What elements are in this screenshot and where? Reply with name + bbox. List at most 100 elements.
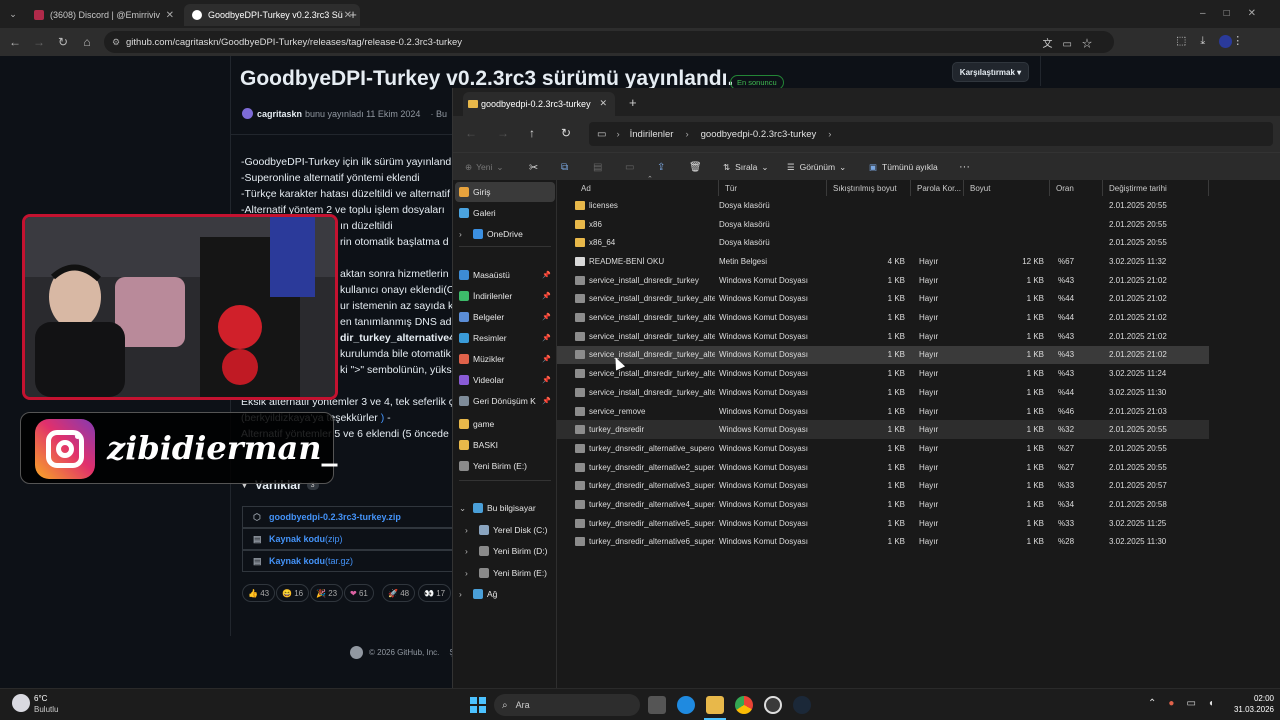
file-row[interactable]: turkey_dnsredir_alternative2_super... Win… — [557, 458, 1209, 477]
nav-item[interactable]: Müzikler 📌 — [453, 349, 557, 369]
pin-icon[interactable]: 📌 — [542, 292, 551, 300]
column-compressed-size[interactable]: Sıkıştırılmış boyut — [827, 180, 911, 196]
nav-item[interactable]: Giriş — [453, 182, 557, 202]
maximize-icon[interactable]: □ — [1224, 8, 1248, 19]
compare-button[interactable]: Karşılaştırmak ▾ — [952, 62, 1029, 82]
reaction-laugh[interactable]: 😄 16 — [276, 584, 310, 602]
nav-item[interactable]: BASKI — [453, 435, 557, 455]
nav-item[interactable]: Yeni Birim (E:) — [453, 456, 557, 476]
nav-item[interactable]: › Yerel Disk (C:) — [453, 520, 557, 540]
steam-icon[interactable] — [793, 696, 811, 714]
file-row[interactable]: x86_64 Dosya klasörü 2.01.2025 20:55 — [557, 233, 1209, 252]
home-icon[interactable]: ⌂ — [78, 33, 96, 51]
nav-item[interactable]: Videolar 📌 — [453, 370, 557, 390]
bookmark-star-icon[interactable]: ☆ — [1082, 39, 1102, 50]
asset-zip[interactable]: ⬡ goodbyedpi-0.2.3rc3-turkey.zip — [242, 506, 456, 528]
file-row[interactable]: README-BENİ OKU Metin Belgesi 4 KB Hayır 12 … — [557, 252, 1209, 271]
delete-icon[interactable]: 🗑 — [689, 159, 702, 175]
rename-icon[interactable]: ▭ — [625, 159, 634, 175]
extensions-icon[interactable]: ⬚ — [1176, 35, 1200, 47]
asset-source-targz[interactable]: ▤ Kaynak kodu (tar.gz) — [242, 550, 456, 572]
column-password[interactable]: Parola Kor... — [911, 180, 964, 196]
menu-icon[interactable]: ⋮ — [1232, 35, 1257, 47]
minimize-icon[interactable]: – — [1200, 8, 1224, 19]
clock-time[interactable]: 02:00 — [1226, 694, 1274, 703]
task-view-icon[interactable] — [648, 696, 666, 714]
explorer-tab[interactable]: goodbyedpi-0.2.3rc3-turkey ✕ — [463, 92, 615, 116]
reload-icon[interactable]: ↻ — [54, 33, 72, 51]
download-icon[interactable]: ⤓ — [1200, 35, 1219, 47]
chevron-icon[interactable]: › — [459, 229, 462, 239]
close-window-icon[interactable]: ✕ — [1248, 8, 1274, 19]
asset-source-zip[interactable]: ▤ Kaynak kodu (zip) — [242, 528, 456, 550]
chrome-icon[interactable] — [735, 696, 753, 714]
obs-icon[interactable] — [764, 696, 782, 714]
file-row[interactable]: service_install_dnsredir_turkey_alte... W… — [557, 327, 1209, 346]
nav-item[interactable]: Geri Dönüşüm K 📌 — [453, 391, 557, 411]
reaction-thumbsup[interactable]: 👍 43 — [242, 584, 276, 602]
pin-icon[interactable]: 📌 — [542, 355, 551, 363]
nav-item[interactable]: Masaüstü 📌 — [453, 265, 557, 285]
author-avatar[interactable] — [242, 108, 253, 119]
breadcrumb[interactable]: ▭ › İndirilenler › goodbyedpi-0.2.3rc3-t… — [589, 122, 1273, 146]
new-tab-button[interactable]: + — [629, 95, 637, 110]
cut-icon[interactable]: ✂ — [529, 159, 538, 175]
chevron-up-icon[interactable]: ⌃ — [1148, 698, 1168, 709]
breadcrumb-item[interactable]: İndirilenler — [630, 129, 674, 140]
column-type[interactable]: Tür — [719, 180, 827, 196]
pin-icon[interactable]: 📌 — [542, 271, 551, 279]
view-button[interactable]: ☰ Görünüm ⌄ — [787, 159, 846, 175]
new-tab-button[interactable]: + — [346, 6, 360, 22]
tab-github[interactable]: GoodbyeDPI-Turkey v0.2.3rc3 Sü ✕ — [184, 4, 360, 26]
file-row[interactable]: turkey_dnsredir_alternative3_super... Win… — [557, 477, 1209, 496]
pin-icon[interactable]: 📌 — [542, 397, 551, 405]
file-row[interactable]: turkey_dnsredir_alternative4_super... Win… — [557, 495, 1209, 514]
nav-item[interactable]: › Yeni Birim (D:) — [453, 541, 557, 561]
pin-icon[interactable]: 📌 — [542, 334, 551, 342]
column-modified-date[interactable]: Değiştirme tarihi — [1103, 180, 1209, 196]
file-row[interactable]: service_install_dnsredir_turkey Windows K… — [557, 271, 1209, 290]
back-icon[interactable]: ← — [465, 126, 477, 140]
network-icon[interactable]: ▭ — [1186, 698, 1207, 709]
file-row[interactable]: turkey_dnsredir Windows Komut Dosyası 1 KB… — [557, 420, 1209, 440]
reaction-rocket[interactable]: 🚀 48 — [382, 584, 416, 602]
pin-icon[interactable]: 📌 — [542, 313, 551, 321]
author-link[interactable]: cagritaskn — [257, 109, 302, 119]
file-row[interactable]: service_install_dnsredir_turkey_alte... W… — [557, 290, 1209, 309]
file-row[interactable]: service_remove Windows Komut Dosyası 1 KB H… — [557, 402, 1209, 421]
new-button[interactable]: ⊕ Yeni ⌄ — [465, 159, 503, 175]
nav-item[interactable]: game — [453, 414, 557, 434]
tab-discord[interactable]: (3608) Discord | @Emirriviv ✕ — [26, 4, 182, 26]
weather-temp[interactable]: 6°C — [34, 694, 47, 703]
nav-item[interactable]: › Yeni Birim (E:) — [453, 563, 557, 583]
file-explorer-icon[interactable] — [706, 696, 724, 714]
nav-item[interactable]: › OneDrive — [453, 224, 557, 244]
site-info-icon[interactable]: ⚙ — [111, 36, 121, 48]
pin-icon[interactable]: 📌 — [542, 376, 551, 384]
file-row[interactable]: service_install_dnsredir_turkey_alte... W… — [557, 364, 1209, 383]
up-icon[interactable]: ↑ — [529, 126, 535, 140]
start-icon[interactable] — [470, 697, 486, 713]
nav-item[interactable]: Resimler 📌 — [453, 328, 557, 348]
reaction-eyes[interactable]: 👀 17 — [418, 584, 452, 602]
taskbar-search[interactable]: ⌕ Ara — [494, 694, 640, 716]
clock-date[interactable]: 31.03.2026 — [1220, 705, 1274, 714]
back-icon[interactable]: ← — [6, 33, 24, 51]
file-row[interactable]: service_install_dnsredir_turkey_alte... W… — [557, 345, 1209, 365]
paste-icon[interactable]: ▤ — [593, 159, 602, 175]
copy-icon[interactable]: ⧉ — [561, 159, 568, 175]
file-row[interactable]: turkey_dnsredir_alternative6_super... Win… — [557, 533, 1209, 552]
translate-icon[interactable]: 文 — [1043, 39, 1063, 50]
nav-item[interactable]: İndirilenler 📌 — [453, 286, 557, 306]
file-row[interactable]: service_install_dnsredir_turkey_alte... W… — [557, 308, 1209, 327]
nav-item[interactable]: Belgeler 📌 — [453, 307, 557, 327]
close-icon[interactable]: ✕ — [599, 98, 607, 109]
reaction-hooray[interactable]: 🎉 23 — [310, 584, 344, 602]
file-row[interactable]: licenses Dosya klasörü 2.01.2025 20:55 — [557, 196, 1209, 215]
breadcrumb-item[interactable]: goodbyedpi-0.2.3rc3-turkey — [701, 129, 817, 140]
more-options-icon[interactable]: ··· — [959, 159, 970, 175]
column-name[interactable]: Ad — [575, 180, 719, 196]
chevron-icon[interactable]: › — [465, 568, 468, 578]
chevron-icon[interactable]: ⌄ — [459, 503, 466, 514]
file-row[interactable]: turkey_dnsredir_alternative5_super... Win… — [557, 514, 1209, 533]
